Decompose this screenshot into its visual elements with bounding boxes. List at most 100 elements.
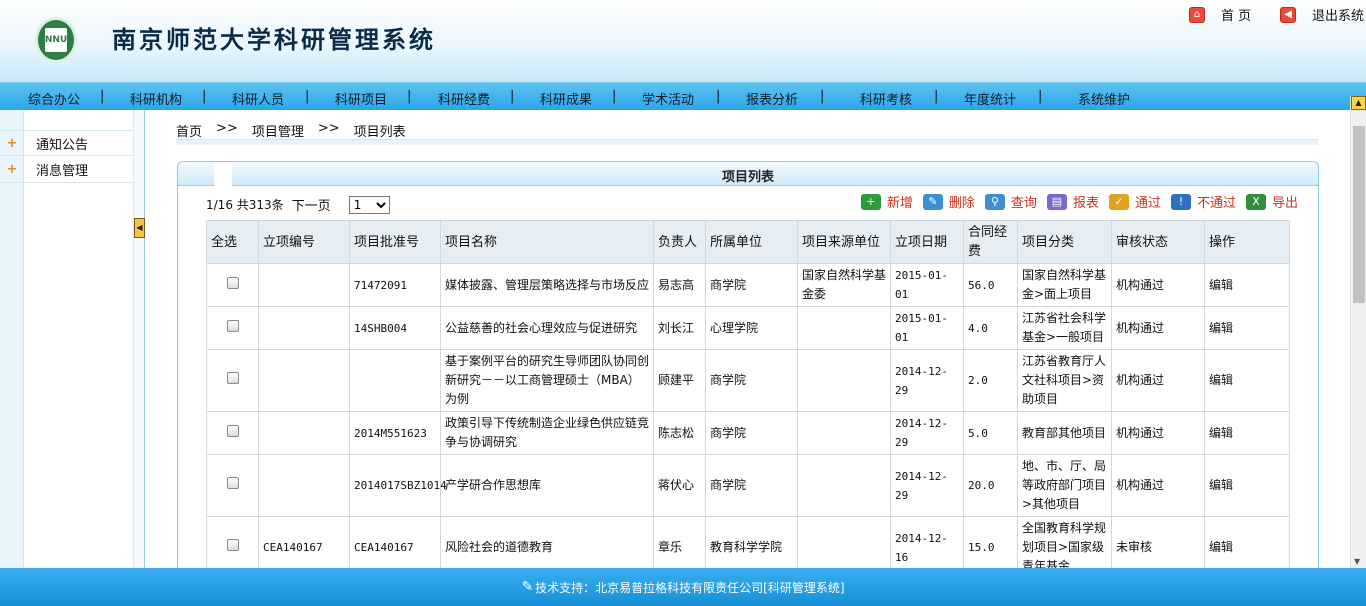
column-header: 项目名称: [440, 220, 654, 264]
footer: ✎ 技术支持：北京易普拉格科技有限责任公司[科研管理系统]: [0, 568, 1366, 606]
cell-funding: 4.0: [963, 306, 1018, 350]
approve-button[interactable]: ✓ 通过: [1108, 192, 1161, 211]
cell-source-unit: [797, 454, 891, 517]
scroll-down-icon[interactable]: ▼: [1354, 557, 1360, 566]
cell-date: 2015-01-01: [890, 306, 964, 350]
column-header: 立项编号: [258, 220, 350, 264]
edit-link[interactable]: 编辑: [1204, 516, 1290, 568]
table-row: 2014017SBZ1014 产学研合作思想库 蒋伏心 商学院 2014-12-…: [206, 454, 1290, 517]
edit-link[interactable]: 编辑: [1204, 349, 1290, 412]
column-header: 项目批准号: [349, 220, 441, 264]
cell-category: 教育部其他项目: [1017, 411, 1112, 455]
nav-item-research-projects[interactable]: 科研项目: [335, 89, 387, 108]
logout-link[interactable]: ◀ 退出系统: [1280, 5, 1364, 24]
home-icon: ⌂: [1189, 6, 1205, 23]
row-checkbox-cell: [206, 454, 259, 517]
nav-separator: |: [510, 89, 515, 104]
edit-link[interactable]: 编辑: [1204, 454, 1290, 517]
report-button-label: 报表: [1072, 196, 1099, 211]
row-checkbox-cell: [206, 263, 259, 307]
row-checkbox[interactable]: [226, 424, 239, 437]
sidebar-item-messages[interactable]: + 消息管理: [0, 157, 133, 183]
breadcrumb-separator: >>: [216, 121, 238, 136]
cell-funding: 5.0: [963, 411, 1018, 455]
logo-emblem: NNU: [45, 28, 67, 52]
cell-date: 2015-01-01: [890, 263, 964, 307]
nav-item-research-results[interactable]: 科研成果: [540, 89, 592, 108]
cell-unit: 商学院: [705, 349, 798, 412]
reject-button[interactable]: ! 不通过: [1170, 192, 1236, 211]
export-button[interactable]: X 导出: [1245, 192, 1298, 211]
cell-approval-number: 71472091: [349, 263, 441, 307]
cell-approval-number: 14SHB004: [349, 306, 441, 350]
nav-item-report-analysis[interactable]: 报表分析: [746, 89, 798, 108]
nav-separator: |: [934, 89, 939, 104]
scroll-top-button[interactable]: ▲: [1351, 96, 1366, 110]
row-checkbox-cell: [206, 411, 259, 455]
project-table: 全选 立项编号 项目批准号 项目名称 负责人 所属单位 项目来源单位 立项日期 …: [206, 220, 1290, 568]
panel-header: 项目列表: [178, 162, 1318, 186]
cell-project-name: 媒体披露、管理层策略选择与市场反应: [440, 263, 654, 307]
cell-project-code: [258, 349, 350, 412]
cell-source-unit: [797, 411, 891, 455]
home-link[interactable]: ⌂ 首 页: [1189, 5, 1251, 24]
row-checkbox[interactable]: [226, 477, 239, 489]
nav-item-research-assessment[interactable]: 科研考核: [860, 89, 912, 108]
table-row: 2014M551623 政策引导下传统制造企业绿色供应链竞争与协调研究 陈志松 …: [206, 411, 1290, 455]
edit-link[interactable]: 编辑: [1204, 263, 1290, 307]
sidebar-item-label: 通知公告: [36, 137, 89, 153]
support-icon: ✎: [521, 579, 534, 595]
cell-project-name: 产学研合作思想库: [440, 454, 654, 517]
breadcrumb-home[interactable]: 首页: [176, 121, 202, 140]
column-header: 所属单位: [705, 220, 798, 264]
action-toolbar: + 新增 ✎ 删除 ⚲ 查询 ▤ 报表 ✓ 通过 ! 不通过 X 导出: [857, 192, 1298, 211]
delete-icon: ✎: [922, 193, 943, 210]
cell-leader: 蒋伏心: [653, 454, 706, 517]
scrollbar-thumb[interactable]: [1353, 126, 1365, 303]
nav-item-research-funding[interactable]: 科研经费: [438, 89, 490, 108]
cell-date: 2014-12-29: [890, 349, 964, 412]
table-row: CEA140167 CEA140167 风险社会的道德教育 章乐 教育科学学院 …: [206, 516, 1290, 568]
page-select[interactable]: 1: [348, 195, 390, 214]
search-button[interactable]: ⚲ 查询: [984, 192, 1037, 211]
cell-category: 江苏省教育厅人文社科项目>资助项目: [1017, 349, 1112, 412]
row-checkbox[interactable]: [226, 372, 239, 384]
nav-item-annual-statistics[interactable]: 年度统计: [964, 89, 1016, 108]
row-checkbox[interactable]: [226, 539, 239, 551]
approve-icon: ✓: [1108, 193, 1129, 210]
sidebar-item-notices[interactable]: + 通知公告: [0, 130, 133, 156]
cell-project-name: 政策引导下传统制造企业绿色供应链竞争与协调研究: [440, 411, 654, 455]
vertical-scrollbar[interactable]: ▲ ▼: [1350, 96, 1366, 568]
row-checkbox[interactable]: [226, 319, 239, 332]
table-row: 基于案例平台的研究生导师团队协同创新研究－－以工商管理硕士（MBA）为例 顾建平…: [206, 349, 1290, 412]
row-checkbox[interactable]: [226, 276, 239, 289]
export-icon: X: [1245, 193, 1266, 210]
add-button[interactable]: + 新增: [860, 192, 913, 211]
edit-link[interactable]: 编辑: [1204, 411, 1290, 455]
cell-project-code: CEA140167: [258, 516, 350, 568]
report-button[interactable]: ▤ 报表: [1046, 192, 1099, 211]
cell-category: 地、市、厅、局等政府部门项目>其他项目: [1017, 454, 1112, 517]
select-all-header[interactable]: 全选: [206, 220, 259, 264]
breadcrumb-project-management[interactable]: 项目管理: [252, 121, 304, 140]
nav-item-academic-activities[interactable]: 学术活动: [642, 89, 694, 108]
system-title: 南京师范大学科研管理系统: [112, 25, 436, 54]
next-page-link[interactable]: 下一页: [292, 195, 331, 214]
nav-item-system-maintenance[interactable]: 系统维护: [1078, 89, 1130, 108]
add-icon: +: [860, 193, 881, 210]
nav-item-research-staff[interactable]: 科研人员: [232, 89, 284, 108]
expand-plus-icon: +: [6, 162, 18, 177]
delete-button[interactable]: ✎ 删除: [922, 192, 975, 211]
nav-item-general-office[interactable]: 综合办公: [28, 89, 80, 108]
university-logo: NNU: [35, 17, 77, 63]
cell-category: 全国教育科学规划项目>国家级青年基金: [1017, 516, 1112, 568]
cell-date: 2014-12-29: [890, 411, 964, 455]
edit-link[interactable]: 编辑: [1204, 306, 1290, 350]
cell-status: 机构通过: [1111, 306, 1205, 350]
sidebar-collapse-button[interactable]: ◀: [134, 218, 145, 238]
nav-item-research-institutions[interactable]: 科研机构: [130, 89, 182, 108]
column-header: 负责人: [653, 220, 706, 264]
table-header-row: 全选 立项编号 项目批准号 项目名称 负责人 所属单位 项目来源单位 立项日期 …: [206, 220, 1290, 264]
column-header: 合同经费: [963, 220, 1018, 264]
pager-info: 1/16 共313条: [206, 198, 284, 212]
